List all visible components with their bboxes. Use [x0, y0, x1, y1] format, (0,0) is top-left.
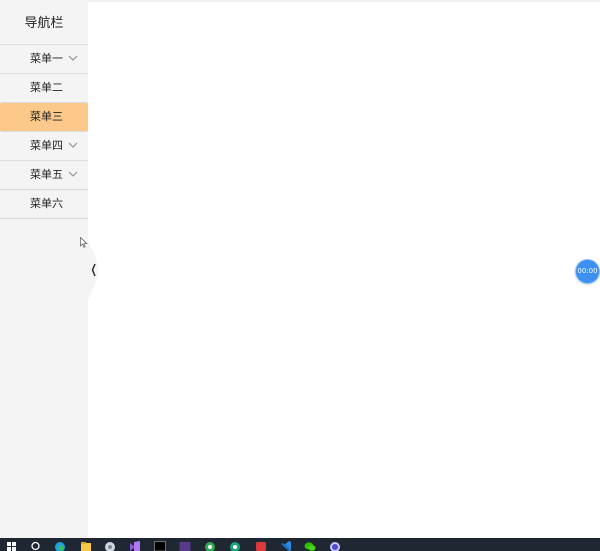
sidebar-item-label: 菜单五 [30, 168, 63, 181]
file-explorer-icon[interactable] [80, 541, 92, 551]
mouse-cursor-icon [80, 237, 88, 248]
sidebar-item-label: 菜单四 [30, 139, 63, 152]
sidebar-item-label: 菜单一 [30, 52, 63, 65]
sidebar-item-menu-2[interactable]: 菜单二 [0, 74, 88, 103]
sidebar-item-menu-5[interactable]: 菜单五 [0, 161, 88, 190]
chevron-down-icon [68, 55, 78, 61]
taskbar [0, 538, 600, 551]
vscode-icon[interactable] [280, 541, 292, 551]
collapse-sidebar-button[interactable] [86, 229, 100, 311]
sidebar-item-label: 菜单三 [30, 110, 63, 123]
visual-studio-icon[interactable] [129, 541, 141, 551]
windows-start-icon[interactable] [6, 541, 18, 551]
edge-icon[interactable] [54, 541, 66, 551]
chrome-icon[interactable] [204, 541, 216, 551]
main-content: 00:00 [88, 0, 600, 538]
timer-badge[interactable]: 00:00 [576, 260, 599, 283]
app-icon[interactable] [104, 541, 116, 551]
sidebar-item-menu-3[interactable]: 菜单三 [0, 103, 88, 132]
sidebar-item-menu-4[interactable]: 菜单四 [0, 132, 88, 161]
sidebar-item-label: 菜单六 [30, 197, 63, 210]
sidebar-item-label: 菜单二 [30, 81, 63, 94]
app-icon[interactable] [329, 541, 341, 551]
search-icon[interactable] [30, 541, 42, 551]
wechat-icon[interactable] [304, 541, 316, 551]
chevron-down-icon [68, 171, 78, 177]
sidebar-item-menu-1[interactable]: 菜单一 [0, 45, 88, 74]
sidebar-title: 导航栏 [0, 0, 88, 45]
chevron-down-icon [68, 142, 78, 148]
app-icon[interactable] [255, 541, 267, 551]
app-window: 导航栏 菜单一 菜单二 菜单三 菜单四 菜单五 菜单六 00:00 [0, 0, 600, 538]
sidebar-item-menu-6[interactable]: 菜单六 [0, 190, 88, 219]
terminal-icon[interactable] [154, 541, 166, 551]
chrome-icon[interactable] [229, 541, 241, 551]
sidebar: 导航栏 菜单一 菜单二 菜单三 菜单四 菜单五 菜单六 [0, 0, 88, 538]
app-icon[interactable] [179, 541, 191, 551]
